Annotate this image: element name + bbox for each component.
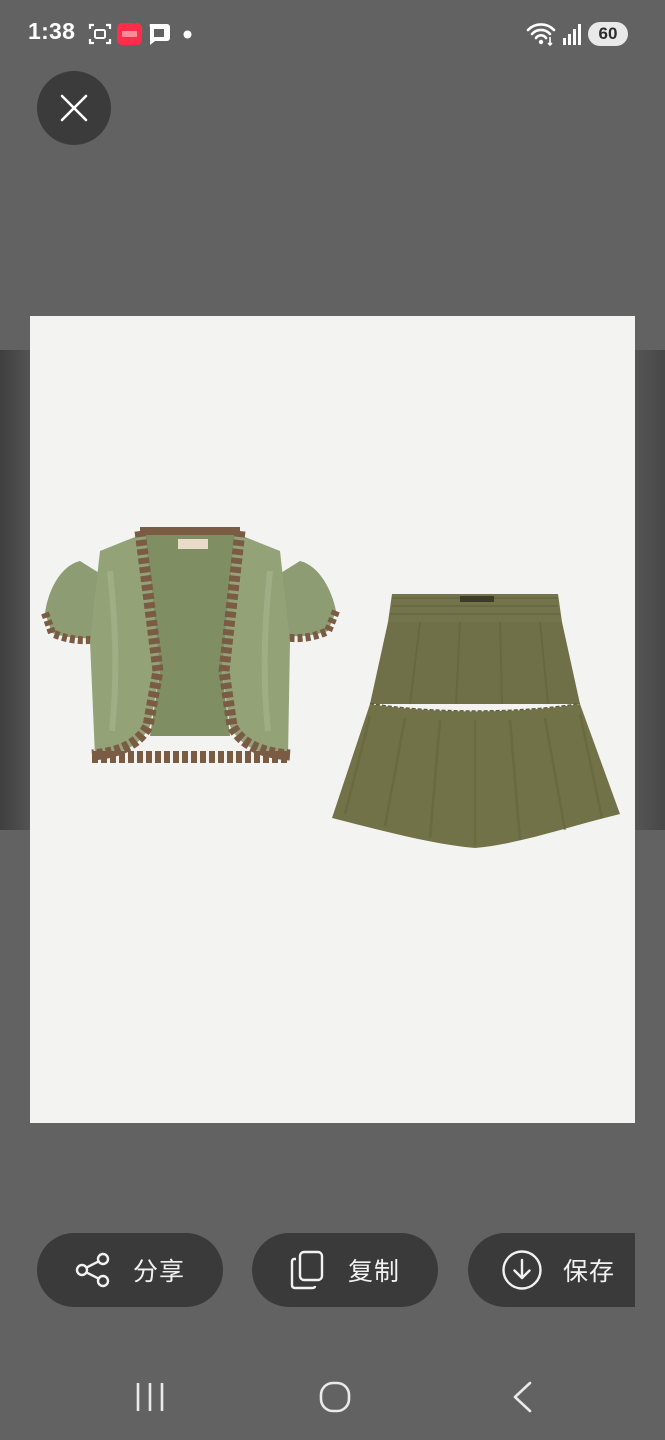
status-bar: 1:38 60 xyxy=(0,0,665,68)
close-button[interactable] xyxy=(37,71,111,145)
copy-icon xyxy=(288,1250,328,1290)
product-photo[interactable] xyxy=(30,316,635,1123)
navigation-bar xyxy=(0,1350,665,1440)
image-viewer-screen: 1:38 60 分享 复制 保存 xyxy=(0,0,665,1440)
share-button[interactable]: 分享 xyxy=(37,1233,223,1307)
recent-apps-icon[interactable] xyxy=(134,1380,166,1414)
wifi-icon xyxy=(526,23,556,47)
copy-button[interactable]: 复制 xyxy=(252,1233,438,1307)
app-badge-icon xyxy=(117,23,142,45)
bolero-jacket-image xyxy=(41,527,340,763)
download-icon xyxy=(501,1249,543,1291)
dot-icon xyxy=(183,30,192,39)
share-label: 分享 xyxy=(133,1257,186,1286)
back-icon[interactable] xyxy=(510,1380,536,1414)
signal-icon xyxy=(563,24,581,45)
tiered-skirt-image xyxy=(332,594,620,848)
save-label: 保存 xyxy=(563,1257,616,1286)
battery-indicator: 60 xyxy=(588,22,628,46)
home-icon[interactable] xyxy=(318,1380,352,1414)
share-icon xyxy=(73,1250,113,1290)
message-icon xyxy=(149,24,170,45)
copy-label: 复制 xyxy=(348,1257,401,1286)
screenshot-icon xyxy=(88,23,112,45)
save-button[interactable]: 保存 xyxy=(468,1233,635,1307)
status-time: 1:38 xyxy=(28,18,76,44)
close-icon xyxy=(60,94,88,122)
battery-level: 60 xyxy=(598,24,618,43)
